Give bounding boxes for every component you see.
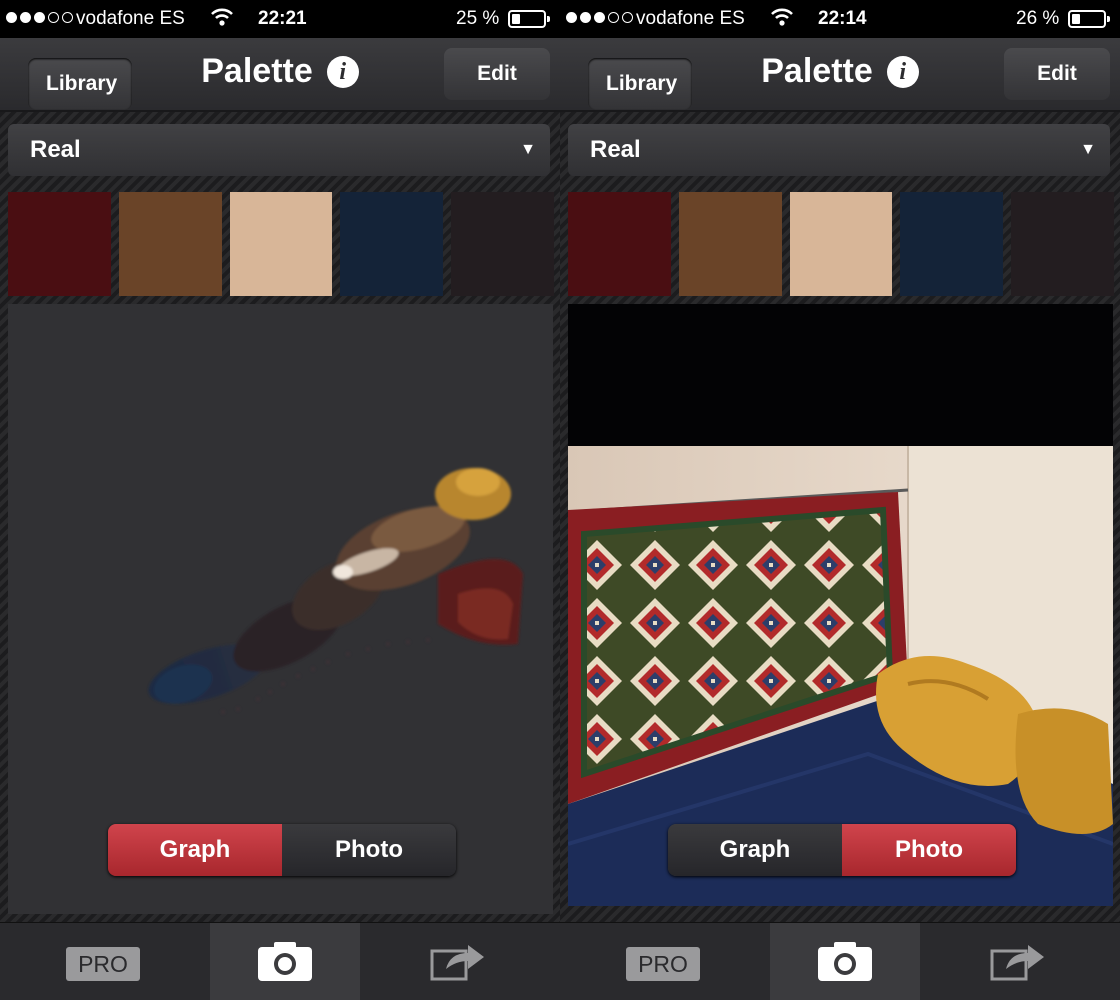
status-bar: vodafone ES 22:14 26 %	[560, 0, 1120, 38]
view-mode-toggle[interactable]: Graph Photo	[108, 824, 456, 876]
page-title: Palette	[761, 52, 873, 90]
status-bar: vodafone ES 22:21 25 %	[0, 0, 560, 38]
color-distribution-graph	[148, 468, 523, 714]
content-area: Real ▼ Graph Photo	[560, 112, 1120, 922]
color-swatch[interactable]	[118, 192, 222, 296]
navigation-bar: Library Palette i Edit	[560, 38, 1120, 112]
color-swatch[interactable]	[340, 192, 444, 296]
share-button[interactable]	[988, 939, 1048, 987]
bottom-toolbar: PRO	[560, 922, 1120, 1000]
share-icon	[430, 945, 484, 981]
wifi-icon	[211, 8, 233, 26]
color-swatches	[8, 192, 554, 296]
captured-photo	[568, 304, 1113, 906]
page-title: Palette	[201, 52, 313, 90]
photo-tab[interactable]: Photo	[282, 824, 456, 876]
palette-mode-dropdown[interactable]: Real ▼	[568, 124, 1110, 176]
pro-button[interactable]: PRO	[626, 947, 700, 981]
color-swatch[interactable]	[8, 192, 111, 296]
edit-button[interactable]: Edit	[444, 48, 550, 100]
bottom-toolbar: PRO	[0, 922, 560, 1000]
battery-icon	[1068, 10, 1110, 28]
carrier-name: vodafone ES	[636, 8, 745, 29]
color-graph-view[interactable]: Graph Photo	[8, 304, 553, 914]
color-swatch[interactable]	[451, 192, 554, 296]
signal-strength-icon	[6, 12, 73, 23]
content-area: Real ▼ Graph Photo	[0, 112, 560, 922]
camera-icon	[258, 942, 312, 981]
dropdown-caret-icon: ▼	[1080, 141, 1096, 158]
wifi-icon	[771, 8, 793, 26]
graph-tab[interactable]: Graph	[108, 824, 282, 876]
edit-button[interactable]: Edit	[1004, 48, 1110, 100]
navigation-bar: Library Palette i Edit	[0, 38, 560, 112]
color-swatch[interactable]	[568, 192, 671, 296]
share-button[interactable]	[428, 939, 488, 987]
info-icon[interactable]: i	[326, 56, 359, 88]
clock: 22:21	[258, 8, 307, 29]
dropdown-value: Real	[590, 136, 641, 163]
color-swatch[interactable]	[900, 192, 1004, 296]
color-swatch[interactable]	[678, 192, 782, 296]
info-icon[interactable]: i	[886, 56, 919, 88]
photo-tab[interactable]: Photo	[842, 824, 1016, 876]
signal-strength-icon	[566, 12, 633, 23]
graph-tab[interactable]: Graph	[668, 824, 842, 876]
view-mode-toggle[interactable]: Graph Photo	[668, 824, 1016, 876]
battery-percentage: 26 %	[1016, 8, 1060, 29]
color-swatch[interactable]	[789, 192, 893, 296]
battery-icon	[508, 10, 550, 28]
color-swatch[interactable]	[1011, 192, 1114, 296]
carrier-name: vodafone ES	[76, 8, 185, 29]
share-icon	[990, 945, 1044, 981]
dropdown-caret-icon: ▼	[520, 141, 536, 158]
color-swatches	[568, 192, 1114, 296]
camera-button[interactable]	[770, 923, 920, 1000]
color-swatch[interactable]	[229, 192, 333, 296]
battery-percentage: 25 %	[456, 8, 500, 29]
clock: 22:14	[818, 8, 867, 29]
phone-screen-photo: vodafone ES 22:14 26 % Library Palette i…	[560, 0, 1120, 1000]
dropdown-value: Real	[30, 136, 81, 163]
pro-button[interactable]: PRO	[66, 947, 140, 981]
photo-view[interactable]: Graph Photo	[568, 304, 1113, 906]
palette-mode-dropdown[interactable]: Real ▼	[8, 124, 550, 176]
camera-button[interactable]	[210, 923, 360, 1000]
camera-icon	[818, 942, 872, 981]
phone-screen-graph: vodafone ES 22:21 25 % Library Palette i…	[0, 0, 560, 1000]
